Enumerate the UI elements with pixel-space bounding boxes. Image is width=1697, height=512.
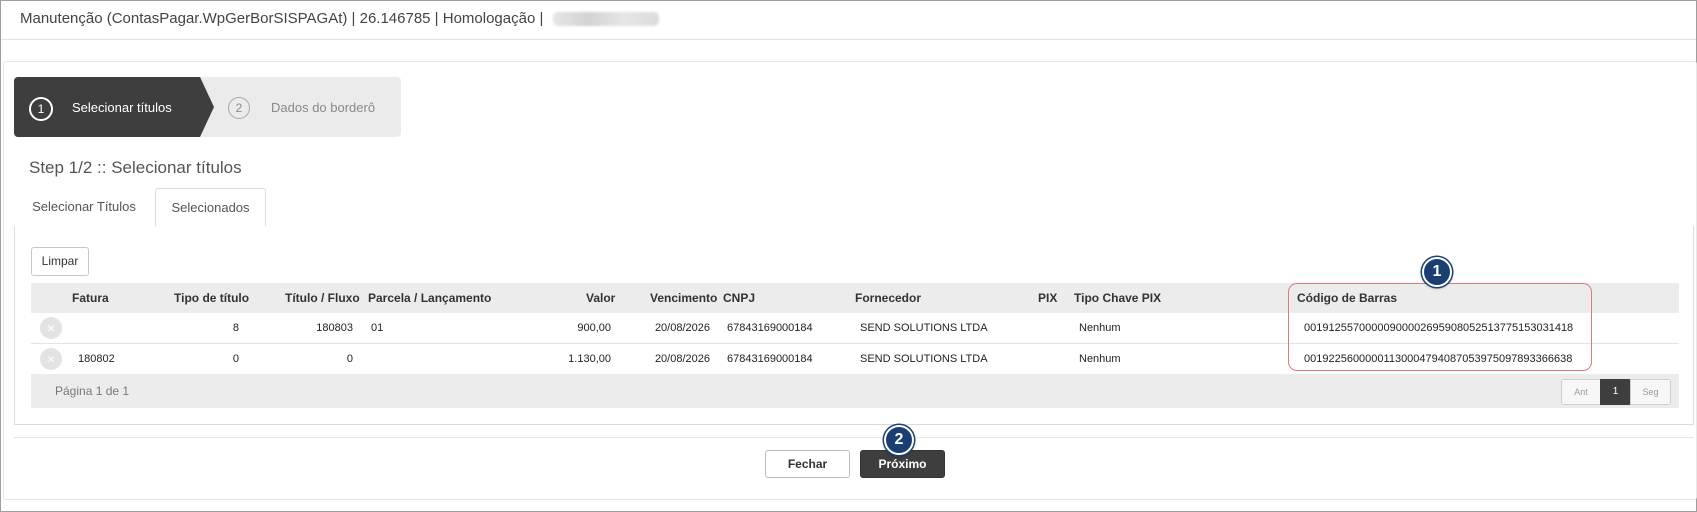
next-page-button[interactable]: Seg [1630,379,1671,405]
cell-fornecedor: SEND SOLUTIONS LTDA [860,353,988,365]
current-page-button[interactable]: 1 [1600,379,1631,405]
redacted-field [553,12,660,27]
col-valor[interactable]: Valor [586,291,615,305]
cell-parcela: 01 [371,322,384,334]
cell-cnpj: 67843169000184 [727,353,813,365]
col-parcela[interactable]: Parcela / Lançamento [368,291,491,305]
grid-footer: Página 1 de 1 Ant 1 Seg [31,374,1679,408]
prev-page-button[interactable]: Ant [1561,379,1601,405]
page-title: Step 1/2 :: Selecionar títulos [29,158,242,177]
cell-valor: 900,00 [577,322,611,334]
cell-vencimento: 20/08/2026 [654,322,710,334]
col-titulo-fluxo[interactable]: Título / Fluxo [285,291,360,305]
remove-row-icon[interactable]: × [40,348,62,370]
cell-fornecedor: SEND SOLUTIONS LTDA [860,322,988,334]
page-info: Página 1 de 1 [55,384,130,398]
col-fatura[interactable]: Fatura [72,291,109,305]
callout-badge-1: 1 [1422,257,1452,287]
step-1-number: 1 [29,97,53,121]
window-title: Manutenção (ContasPagar.WpGerBorSISPAGAt… [20,10,660,27]
step-2-number: 2 [228,97,250,119]
fechar-button[interactable]: Fechar [765,450,850,478]
limpar-button[interactable]: Limpar [31,247,89,276]
cell-cnpj: 67843169000184 [727,322,813,334]
col-vencimento[interactable]: Vencimento [650,291,717,305]
col-pix[interactable]: PIX [1038,291,1057,305]
wizard-step-2-label[interactable]: Dados do borderô [271,100,375,115]
cell-tipo-chave-pix: Nenhum [1079,322,1121,334]
window-title-text: Manutenção (ContasPagar.WpGerBorSISPAGAt… [20,10,544,27]
callout-badge-2: 2 [884,425,914,455]
col-fornecedor[interactable]: Fornecedor [855,291,921,305]
cell-titulo-fluxo: 0 [346,353,353,365]
cell-titulo-fluxo: 180803 [316,322,353,334]
step-1-label: Selecionar títulos [72,100,172,115]
cell-vencimento: 20/08/2026 [654,353,710,365]
cell-tipo-titulo: 8 [232,322,239,334]
remove-row-icon[interactable]: × [40,317,62,339]
divider [14,437,1694,438]
col-tipo-titulo[interactable]: Tipo de título [174,291,249,305]
col-tipo-chave-pix[interactable]: Tipo Chave PIX [1074,291,1161,305]
cell-tipo-chave-pix: Nenhum [1079,353,1121,365]
cell-valor: 1.130,00 [568,353,611,365]
cell-tipo-titulo: 0 [232,353,239,365]
cell-fatura: 180802 [78,353,115,365]
col-cnpj[interactable]: CNPJ [723,291,755,305]
tab-selecionar-titulos[interactable]: Selecionar Títulos [14,188,154,226]
barcode-highlight [1288,283,1592,371]
title-bar: Manutenção (ContasPagar.WpGerBorSISPAGAt… [1,1,1696,40]
tab-selecionados[interactable]: Selecionados [155,188,266,228]
